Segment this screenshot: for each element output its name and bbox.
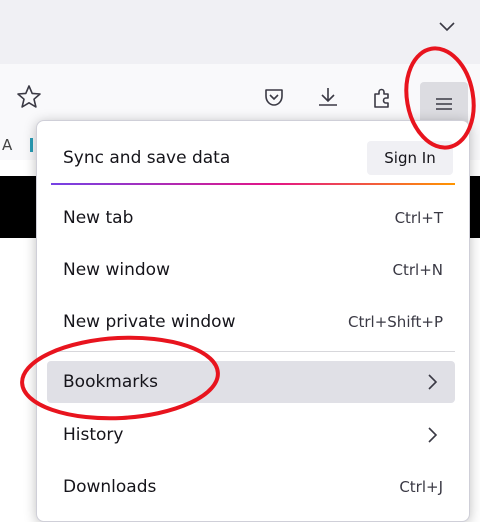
menu-item-shortcut: Ctrl+J [399, 478, 443, 496]
star-icon [17, 85, 41, 108]
sign-in-button[interactable]: Sign In [367, 141, 453, 175]
menu-item-label: Downloads [63, 477, 157, 497]
download-arrow-icon [319, 88, 337, 106]
menu-item-label: New tab [63, 208, 134, 228]
pocket-icon [265, 89, 283, 106]
puzzle-piece-icon [374, 88, 389, 108]
list-all-tabs-button[interactable] [434, 14, 460, 40]
menu-item-history[interactable]: History [47, 414, 455, 456]
tab-strip [0, 0, 480, 64]
menu-item-shortcut: Ctrl+Shift+P [348, 313, 443, 331]
menu-item-label: Bookmarks [63, 372, 158, 392]
extensions-button[interactable] [364, 79, 400, 115]
menu-item-bookmarks[interactable]: Bookmarks [47, 361, 455, 403]
menu-item-new-window[interactable]: New window Ctrl+N [47, 249, 455, 291]
bookmark-item[interactable]: A [2, 130, 32, 160]
bookmark-separator [30, 138, 33, 152]
sync-row: Sync and save data Sign In [47, 141, 457, 177]
bookmark-star-button[interactable] [14, 82, 44, 112]
chevron-down-icon [439, 22, 455, 32]
hamburger-menu-icon [436, 98, 452, 110]
menu-item-downloads[interactable]: Downloads Ctrl+J [47, 466, 455, 508]
menu-item-shortcut: Ctrl+T [394, 209, 443, 227]
menu-item-label: New private window [63, 312, 236, 332]
menu-item-label: History [63, 425, 124, 445]
pocket-button[interactable] [256, 79, 292, 115]
downloads-button[interactable] [310, 79, 346, 115]
chevron-right-icon [423, 370, 443, 394]
menu-item-shortcut: Ctrl+N [392, 261, 443, 279]
menu-item-new-tab[interactable]: New tab Ctrl+T [47, 197, 455, 239]
menu-separator [51, 351, 455, 352]
chevron-right-icon [423, 423, 443, 447]
menu-item-new-private-window[interactable]: New private window Ctrl+Shift+P [47, 301, 455, 343]
sync-label: Sync and save data [63, 148, 231, 168]
account-gradient-divider [51, 183, 455, 185]
menu-item-label: New window [63, 260, 170, 280]
app-menu-panel: Sync and save data Sign In New tab Ctrl+… [36, 120, 470, 522]
